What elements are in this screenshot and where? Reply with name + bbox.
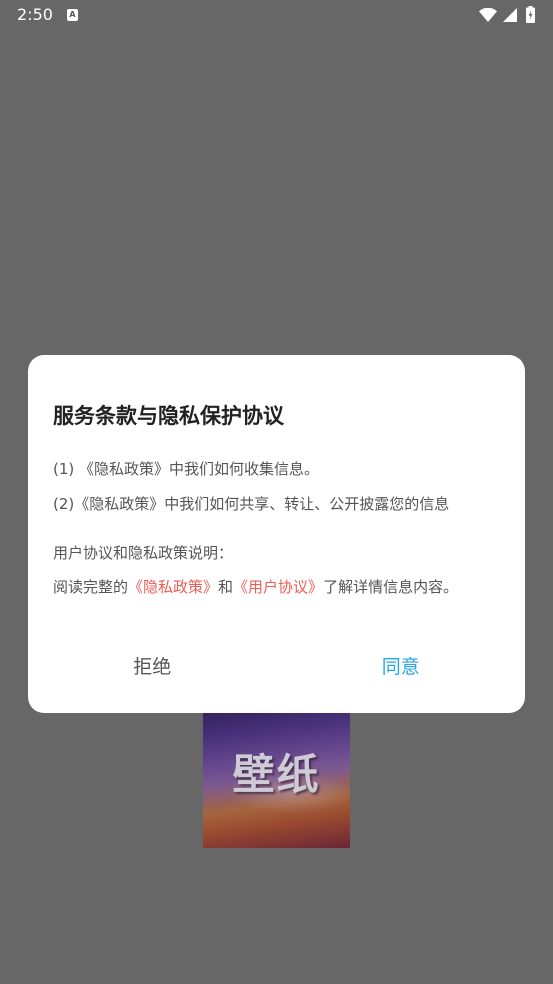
notification-a-icon: A: [67, 9, 78, 21]
user-agreement-link[interactable]: 《用户协议》: [233, 578, 323, 596]
wifi-icon: [479, 8, 497, 22]
agree-button[interactable]: 同意: [277, 639, 526, 695]
screen: 2:50 A 壁纸 服务条款与隐私保护协议 (1) 《隐私政策》中我们如何收集信…: [0, 0, 553, 984]
read-full-agreements-line: 阅读完整的《隐私政策》和《用户协议》了解详情信息内容。: [53, 576, 458, 598]
signal-icon: [503, 8, 517, 22]
dialog-button-row: 拒绝 同意: [28, 639, 525, 695]
read-suffix-text: 了解详情信息内容。: [323, 578, 459, 596]
read-and-text: 和: [218, 578, 234, 596]
status-bar: 2:50 A: [0, 0, 553, 30]
read-prefix-text: 阅读完整的: [53, 578, 129, 596]
dialog-title: 服务条款与隐私保护协议: [53, 404, 284, 428]
wallpaper-logo-text: 壁纸: [232, 750, 321, 799]
reject-button[interactable]: 拒绝: [28, 639, 277, 695]
privacy-line-share: (2)《隐私政策》中我们如何共享、转让、公开披露您的信息: [53, 495, 450, 513]
privacy-dialog: 服务条款与隐私保护协议 (1) 《隐私政策》中我们如何收集信息。 (2)《隐私政…: [28, 355, 525, 713]
battery-icon: [526, 6, 535, 23]
status-time: 2:50: [17, 5, 53, 24]
privacy-policy-link[interactable]: 《隐私政策》: [128, 578, 218, 596]
wallpaper-thumbnail: 壁纸: [203, 701, 350, 848]
agreement-section-label: 用户协议和隐私政策说明：: [53, 544, 234, 562]
privacy-line-collect: (1) 《隐私政策》中我们如何收集信息。: [53, 460, 320, 478]
